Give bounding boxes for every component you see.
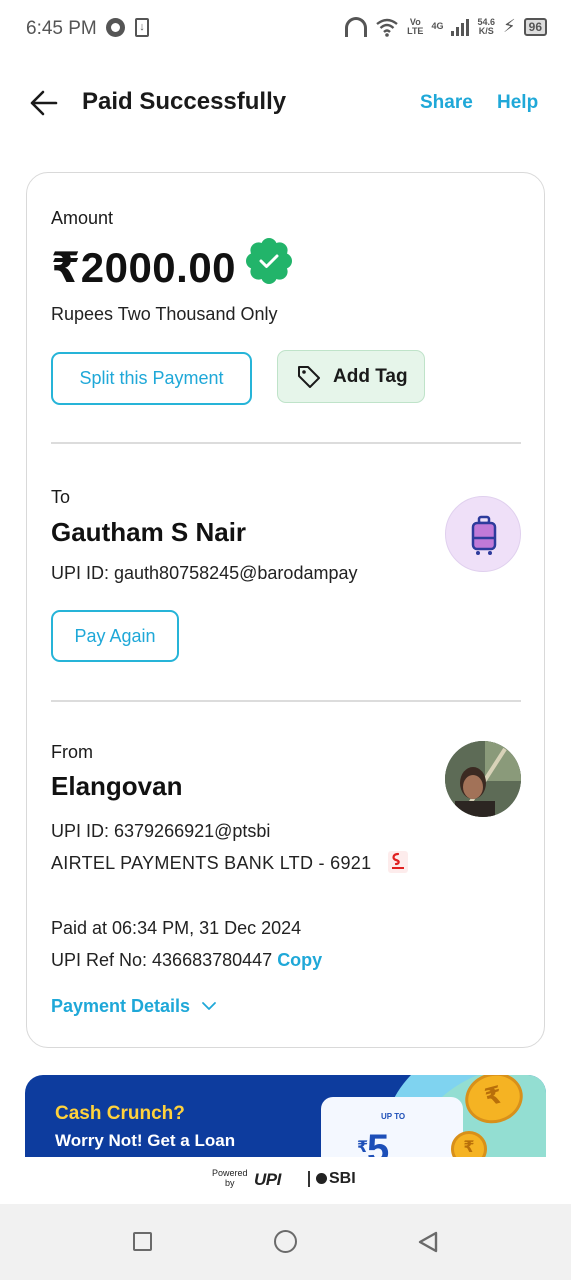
amount-label: Amount [51,208,114,228]
from-label: From [51,742,93,762]
recent-apps-icon[interactable] [133,1232,152,1251]
network-speed: 54.6 K/S [477,16,495,36]
sender-avatar[interactable] [445,741,521,817]
sender-bank: AIRTEL PAYMENTS BANK LTD - 6921 [51,853,372,873]
sender-upi-id: UPI ID: 6379266921@ptsbi [51,821,271,841]
chevron-down-icon[interactable] [201,999,217,1013]
upi-ref-number: UPI Ref No: 436683780447 Copy [51,950,322,971]
status-bar: 6:45 PM ↓ Vo LTE 4G 54.6 K/S ⚡ 96 [0,0,571,58]
loan-offer-card: UP TO ₹ 5 [321,1097,463,1157]
pay-again-button[interactable]: Pay Again [51,610,179,662]
payment-details-toggle[interactable]: Payment Details [51,996,190,1017]
sender-name: Elangovan [51,771,183,801]
whatsapp-icon [106,18,125,37]
divider [51,700,521,702]
home-icon[interactable] [274,1230,297,1253]
copy-ref-button[interactable]: Copy [277,950,322,970]
status-time: 6:45 PM [26,18,97,39]
offer-upto-label: UP TO [381,1112,406,1121]
airtel-bank-logo-icon [387,850,409,874]
offer-amount: 5 [367,1127,390,1157]
volte-indicator: Vo LTE [407,16,424,36]
network-type: 4G [431,21,444,31]
banner-subtitle: Worry Not! Get a Loan [55,1131,236,1150]
back-triangle-icon[interactable] [416,1230,440,1254]
upi-logo: UPI [254,1170,281,1189]
headset-icon [345,16,368,37]
help-button[interactable]: Help [497,92,538,114]
amount-in-words: Rupees Two Thousand Only [51,304,278,324]
luggage-icon [471,515,497,555]
tag-icon [296,364,322,390]
add-tag-label: Add Tag [333,366,408,387]
to-label: To [51,487,71,507]
back-arrow-icon[interactable] [28,88,60,118]
recipient-upi-id: UPI ID: gauth80758245@barodampay [51,563,358,583]
loan-promo-banner[interactable]: Cash Crunch? Worry Not! Get a Loan UP TO… [25,1075,546,1157]
sbi-logo-icon [316,1173,327,1184]
amount-value: ₹2000.00 [51,244,237,291]
download-icon: ↓ [135,18,149,37]
wifi-icon [375,17,399,37]
recipient-name: Gautham S Nair [51,517,247,547]
paid-at-timestamp: Paid at 06:34 PM, 31 Dec 2024 [51,918,302,938]
recipient-avatar[interactable] [445,496,521,572]
battery-icon: 96 [523,17,547,36]
divider [51,442,521,444]
upi-ref-label: UPI Ref No: 436683780447 [51,950,273,970]
header: Paid Successfully Share Help [0,80,571,126]
sbi-logo: SBI [316,1170,356,1188]
share-button[interactable]: Share [420,92,473,114]
profile-photo [445,741,521,817]
add-tag-button[interactable]: Add Tag [277,350,425,403]
charging-icon: ⚡ [503,16,516,36]
signal-icon [451,18,470,36]
split-payment-button[interactable]: Split this Payment [51,352,252,405]
powered-by-footer: Powered by UPI SBI [212,1168,362,1194]
logo-separator [308,1171,310,1187]
page-title: Paid Successfully [82,88,287,115]
payment-card: Amount ₹2000.00 Rupees Two Thousand Only… [26,172,545,1048]
powered-by-label: Powered by [212,1168,248,1188]
verified-check-icon [245,237,293,285]
banner-title: Cash Crunch? [55,1103,185,1124]
system-navigation-bar [0,1204,571,1280]
